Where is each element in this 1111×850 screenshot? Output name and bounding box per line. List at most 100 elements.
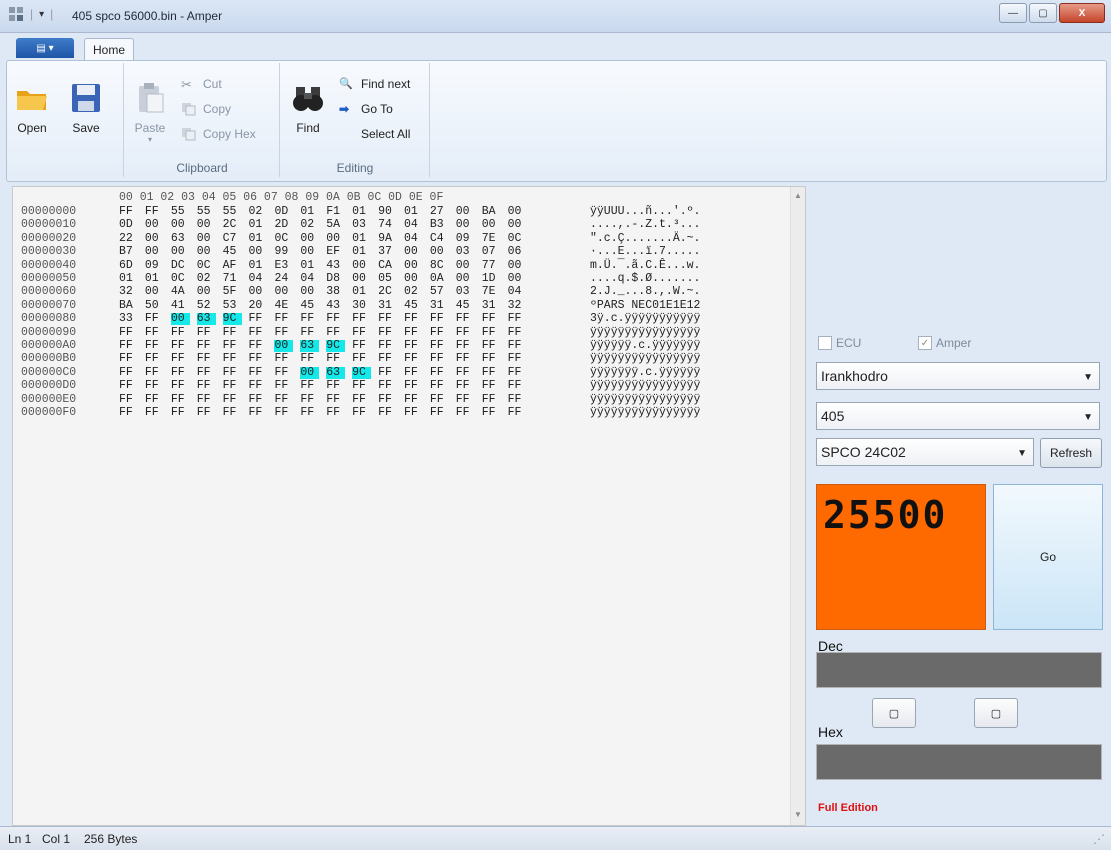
hex-byte[interactable]: 00 (300, 246, 319, 258)
hex-byte[interactable]: FF (326, 326, 345, 339)
hex-byte[interactable]: FF (249, 380, 268, 392)
hex-byte[interactable]: FF (352, 340, 371, 352)
vertical-scrollbar[interactable]: ▲ ▼ (790, 187, 805, 825)
hex-byte[interactable]: 02 (249, 206, 268, 218)
hex-byte[interactable]: FF (171, 353, 190, 365)
hex-byte[interactable]: 0D (119, 219, 138, 231)
hex-byte[interactable]: FF (300, 353, 319, 365)
hex-byte[interactable]: 01 (300, 259, 319, 272)
hex-byte[interactable]: 00 (145, 232, 164, 245)
hex-byte[interactable]: FF (145, 380, 164, 392)
hex-byte[interactable]: 7E (482, 232, 501, 245)
hex-byte[interactable]: 01 (145, 273, 164, 285)
hex-byte[interactable]: FF (249, 353, 268, 365)
hex-byte[interactable]: 8C (430, 259, 449, 272)
hex-byte[interactable]: FF (482, 326, 501, 339)
hex-byte[interactable]: FF (300, 326, 319, 339)
scroll-down-icon[interactable]: ▼ (794, 810, 802, 819)
maximize-button[interactable]: ▢ (1029, 3, 1057, 23)
hex-byte[interactable]: 00 (430, 246, 449, 258)
hex-byte[interactable]: 00 (456, 273, 475, 285)
go-button[interactable]: Go (993, 484, 1103, 630)
hex-byte[interactable]: 0D (274, 206, 293, 218)
hex-byte[interactable]: FF (508, 326, 527, 339)
hex-byte[interactable]: 2D (274, 219, 293, 231)
hex-byte[interactable]: 01 (352, 286, 371, 298)
hex-byte[interactable]: 9C (222, 313, 242, 326)
copy-hex-button[interactable]: Copy Hex (181, 127, 256, 141)
hex-byte[interactable]: 99 (274, 246, 293, 258)
hex-byte[interactable]: 03 (456, 286, 475, 298)
hex-byte[interactable]: FF (197, 380, 216, 392)
hex-byte[interactable]: 90 (378, 206, 397, 218)
hex-byte[interactable]: FF (197, 340, 216, 352)
hex-byte[interactable]: FF (249, 340, 268, 352)
hex-byte[interactable]: 45 (223, 246, 242, 258)
hex-byte[interactable]: 00 (508, 219, 527, 231)
hex-byte[interactable]: 63 (196, 313, 216, 326)
dec-field[interactable] (816, 652, 1102, 688)
hex-byte[interactable]: FF (378, 353, 397, 365)
model-select[interactable]: 405 ▼ (816, 402, 1100, 430)
hex-byte[interactable]: 01 (352, 206, 371, 218)
hex-byte[interactable]: FF (223, 407, 242, 419)
hex-byte[interactable]: 53 (223, 299, 242, 312)
hex-byte[interactable]: FF (326, 313, 345, 325)
hex-byte[interactable]: EF (326, 246, 345, 258)
hex-byte[interactable]: 30 (352, 299, 371, 312)
hex-byte[interactable]: FF (300, 313, 319, 325)
hex-byte[interactable]: 00 (249, 286, 268, 298)
hex-byte[interactable]: FF (482, 340, 501, 352)
hex-byte[interactable]: FF (223, 340, 242, 352)
hex-byte[interactable]: FF (404, 353, 423, 365)
hex-byte[interactable]: FF (145, 313, 164, 325)
application-menu-button[interactable]: ▤ ▾ (16, 38, 74, 58)
hex-byte[interactable]: 5F (223, 286, 242, 298)
hex-editor[interactable]: 00 01 02 03 04 05 06 07 08 09 0A 0B 0C 0… (12, 186, 806, 826)
hex-byte[interactable]: FF (456, 313, 475, 325)
small-button-2[interactable]: ▢ (974, 698, 1018, 728)
hex-byte[interactable]: 0C (171, 273, 190, 285)
hex-byte[interactable]: FF (145, 393, 164, 406)
hex-byte[interactable]: D8 (326, 273, 345, 285)
ecu-checkbox-box[interactable] (818, 336, 832, 350)
hex-byte[interactable]: FF (300, 380, 319, 392)
hex-byte[interactable]: FF (145, 366, 164, 379)
hex-byte[interactable]: 00 (456, 219, 475, 231)
hex-byte[interactable]: FF (300, 393, 319, 406)
hex-byte[interactable]: 55 (197, 206, 216, 218)
hex-byte[interactable]: FF (378, 380, 397, 392)
hex-byte[interactable]: 74 (378, 219, 397, 231)
hex-byte[interactable]: 77 (482, 259, 501, 272)
hex-byte[interactable]: FF (326, 393, 345, 406)
hex-field[interactable] (816, 744, 1102, 780)
hex-byte[interactable]: 04 (249, 273, 268, 285)
hex-byte[interactable]: 0A (430, 273, 449, 285)
hex-byte[interactable]: FF (223, 393, 242, 406)
hex-byte[interactable]: 00 (326, 232, 345, 245)
hex-byte[interactable]: 00 (404, 246, 423, 258)
hex-byte[interactable]: 00 (404, 273, 423, 285)
hex-byte[interactable]: FF (352, 393, 371, 406)
hex-byte[interactable]: F1 (326, 206, 345, 218)
small-button-1[interactable]: ▢ (872, 698, 916, 728)
hex-byte[interactable]: 4A (171, 286, 190, 298)
hex-byte[interactable]: FF (274, 380, 293, 392)
hex-byte[interactable]: 02 (404, 286, 423, 298)
hex-byte[interactable]: 06 (508, 246, 527, 258)
hex-byte[interactable]: B3 (430, 219, 449, 231)
hex-byte[interactable]: 41 (171, 299, 190, 312)
hex-byte[interactable]: 9A (378, 232, 397, 245)
hex-byte[interactable]: 00 (171, 219, 190, 231)
hex-byte[interactable]: FF (145, 206, 164, 218)
hex-byte[interactable]: FF (145, 407, 164, 419)
hex-byte[interactable]: 07 (482, 246, 501, 258)
hex-byte[interactable]: FF (430, 313, 449, 325)
hex-byte[interactable]: 2C (378, 286, 397, 298)
hex-byte[interactable]: 00 (508, 259, 527, 272)
hex-byte[interactable]: FF (119, 340, 138, 352)
scroll-up-icon[interactable]: ▲ (794, 191, 802, 200)
hex-byte[interactable]: 24 (274, 273, 293, 285)
hex-byte[interactable]: 33 (119, 313, 138, 325)
hex-byte[interactable]: 31 (378, 299, 397, 312)
